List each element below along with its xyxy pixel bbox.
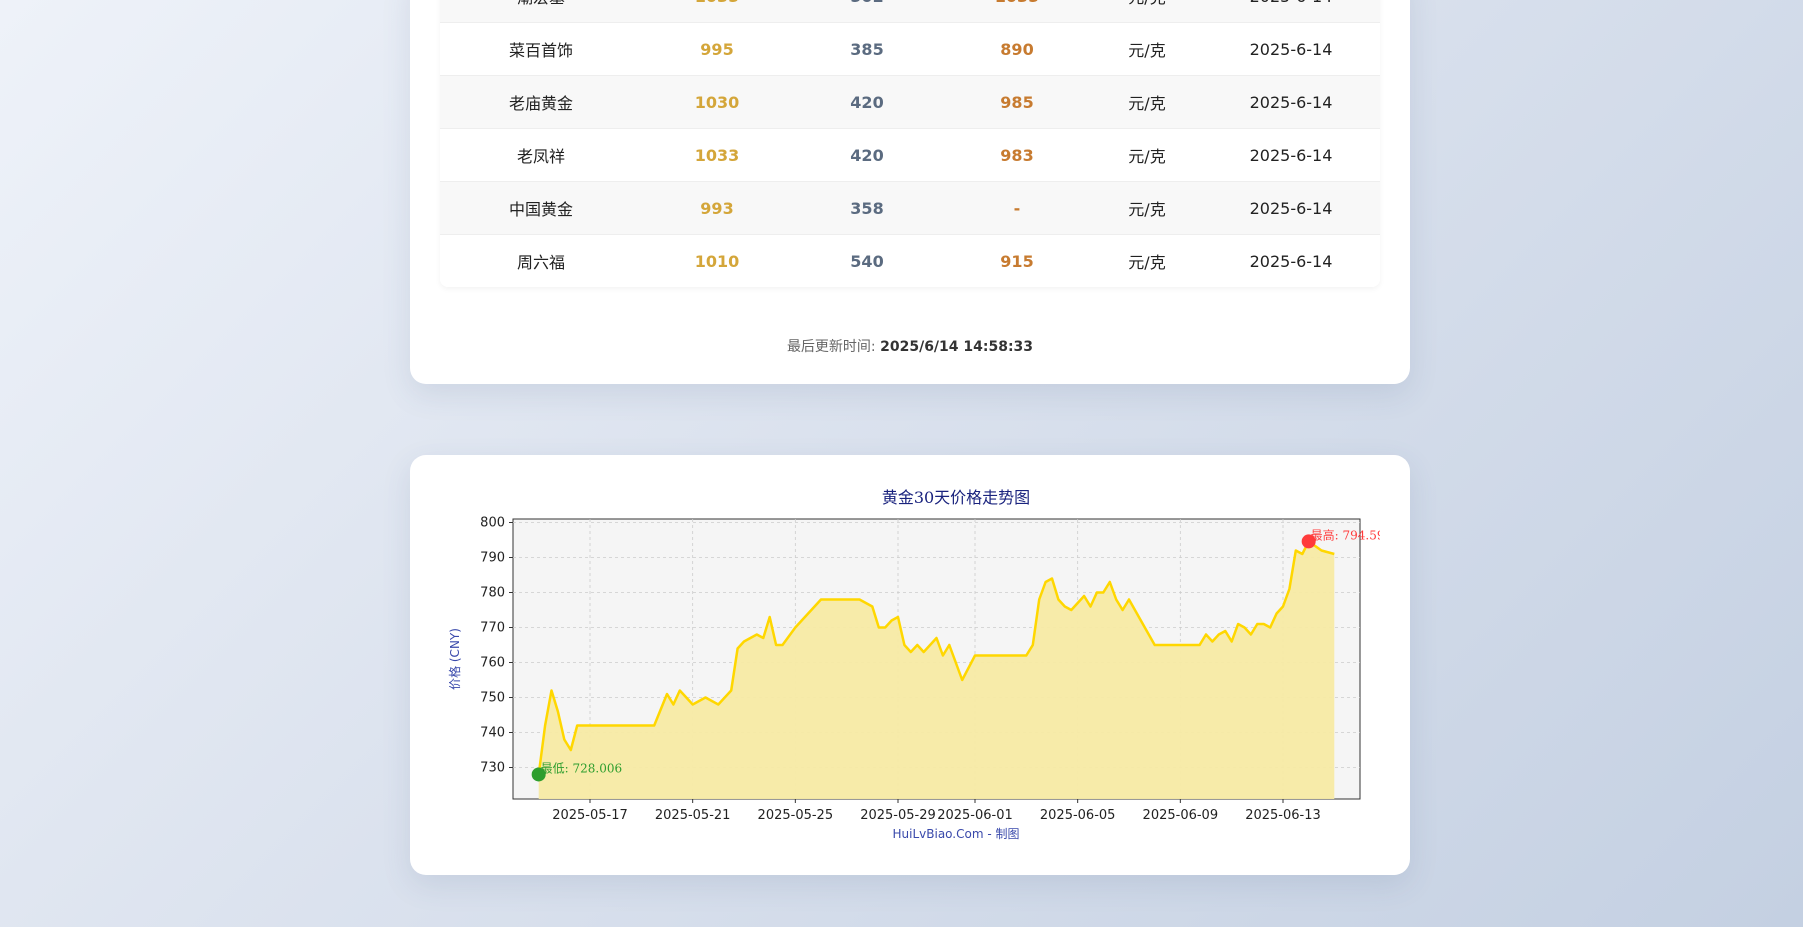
date-cell: 2025-6-14 xyxy=(1249,198,1333,218)
brand-cell: 周六福 xyxy=(516,253,565,272)
y-tick-label: 800 xyxy=(480,516,505,531)
unit-cell: 元/克 xyxy=(1128,147,1166,166)
x-tick-label: 2025-06-01 xyxy=(937,808,1013,823)
y-tick-label: 750 xyxy=(480,691,505,706)
y-tick-label: 760 xyxy=(480,656,505,671)
y-tick-label: 780 xyxy=(480,586,505,601)
bar-price-cell: 890 xyxy=(1000,39,1034,59)
chart-card: 黄金30天价格走势图 价格 (CNY) HuiLvBiao.Com - 制图 7… xyxy=(410,455,1410,875)
gold-price-chart: 黄金30天价格走势图 价格 (CNY) HuiLvBiao.Com - 制图 7… xyxy=(447,488,1380,841)
y-tick-label: 770 xyxy=(480,621,505,636)
gold-price-cell: 1033 xyxy=(694,145,740,165)
table-row: 周六福 1010 540 915 元/克 2025-6-14 xyxy=(440,235,1380,287)
date-cell: 2025-6-14 xyxy=(1202,0,1380,6)
platinum-price-cell: 420 xyxy=(850,92,884,112)
platinum-price-cell: 385 xyxy=(850,39,884,59)
brand-cell: 菜百首饰 xyxy=(508,41,573,60)
chart-title: 黄金30天价格走势图 xyxy=(882,488,1030,507)
last-updated-time: 2025/6/14 14:58:33 xyxy=(880,339,1034,355)
bar-price-cell: 985 xyxy=(1000,92,1034,112)
x-tick-label: 2025-05-21 xyxy=(655,808,731,823)
y-tick-label: 740 xyxy=(480,726,505,741)
date-cell: 2025-6-14 xyxy=(1249,145,1333,165)
x-tick-label: 2025-06-05 xyxy=(1040,808,1116,823)
gold-price-cell: 993 xyxy=(700,198,734,218)
price-table-card: 潮宏基10355021035元/克2025-6-14菜百首饰995385890元… xyxy=(410,0,1410,384)
gold-price-cell: 1010 xyxy=(694,251,740,271)
max-label: 最高: 794.59 xyxy=(1311,527,1380,542)
bar-price-cell: - xyxy=(1013,198,1021,218)
x-tick-label: 2025-05-25 xyxy=(758,808,834,823)
brand-cell: 中国黄金 xyxy=(508,200,573,219)
brand-cell: 潮宏基 xyxy=(440,0,642,8)
unit-cell: 元/克 xyxy=(1128,94,1166,113)
table-row: 中国黄金 993 358 - 元/克 2025-6-14 xyxy=(440,182,1380,235)
gold-price-cell: 995 xyxy=(700,39,734,59)
date-cell: 2025-6-14 xyxy=(1249,92,1333,112)
last-updated: 最后更新时间: 2025/6/14 14:58:33 xyxy=(410,336,1410,356)
table-row: 菜百首饰 995 385 890 元/克 2025-6-14 xyxy=(440,23,1380,76)
bar-price-cell: 1035 xyxy=(942,0,1092,6)
bar-price-cell: 915 xyxy=(1000,251,1034,271)
brand-cell: 老庙黄金 xyxy=(508,94,573,113)
unit-cell: 元/克 xyxy=(1128,253,1166,272)
brand-cell: 老凤祥 xyxy=(516,147,565,166)
date-cell: 2025-6-14 xyxy=(1249,251,1333,271)
y-tick-label: 790 xyxy=(480,551,505,566)
gold-price-cell: 1030 xyxy=(694,92,740,112)
chart-credit: HuiLvBiao.Com - 制图 xyxy=(893,827,1020,841)
x-tick-label: 2025-05-29 xyxy=(860,808,936,823)
platinum-price-cell: 358 xyxy=(850,198,884,218)
table-row: 老凤祥 1033 420 983 元/克 2025-6-14 xyxy=(440,129,1380,182)
x-tick-label: 2025-06-09 xyxy=(1143,808,1219,823)
unit-cell: 元/克 xyxy=(1092,0,1202,8)
platinum-price-cell: 502 xyxy=(792,0,942,6)
table-row: 潮宏基10355021035元/克2025-6-14 xyxy=(440,0,1380,23)
x-tick-label: 2025-05-17 xyxy=(552,808,628,823)
price-table: 潮宏基10355021035元/克2025-6-14菜百首饰995385890元… xyxy=(440,0,1380,287)
unit-cell: 元/克 xyxy=(1128,200,1166,219)
gold-price-cell: 1035 xyxy=(642,0,792,6)
unit-cell: 元/克 xyxy=(1128,41,1166,60)
x-tick-label: 2025-06-13 xyxy=(1245,808,1321,823)
table-row: 老庙黄金 1030 420 985 元/克 2025-6-14 xyxy=(440,76,1380,129)
y-tick-label: 730 xyxy=(480,761,505,776)
platinum-price-cell: 420 xyxy=(850,145,884,165)
platinum-price-cell: 540 xyxy=(850,251,884,271)
last-updated-label: 最后更新时间: xyxy=(786,339,876,355)
min-label: 最低: 728.006 xyxy=(541,761,622,775)
bar-price-cell: 983 xyxy=(1000,145,1034,165)
date-cell: 2025-6-14 xyxy=(1249,39,1333,59)
y-axis-label: 价格 (CNY) xyxy=(447,628,462,690)
